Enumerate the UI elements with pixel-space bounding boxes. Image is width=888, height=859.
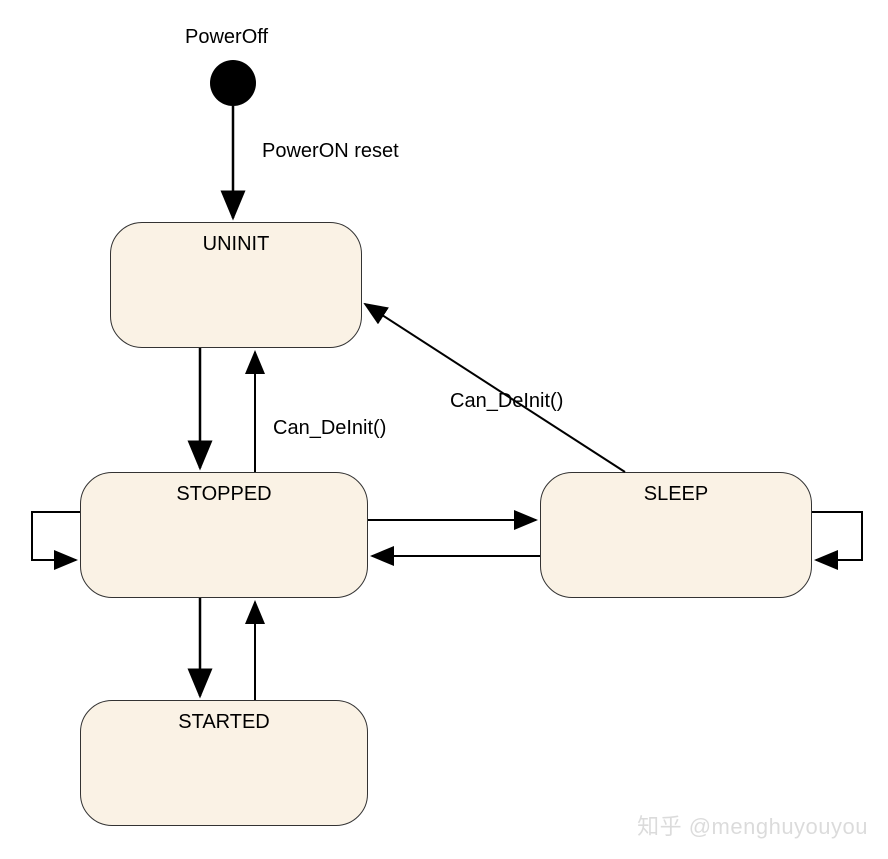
watermark: 知乎 @menghuyouyou <box>637 809 868 841</box>
initial-state-label: PowerOff <box>185 26 268 49</box>
state-started: STARTED <box>80 700 368 826</box>
transition-label-power-on: PowerON reset <box>262 140 399 163</box>
state-sleep: SLEEP <box>540 472 812 598</box>
state-uninit-label: UNINIT <box>203 233 270 255</box>
state-sleep-label: SLEEP <box>644 483 708 505</box>
state-stopped: STOPPED <box>80 472 368 598</box>
state-started-label: STARTED <box>178 711 270 733</box>
state-uninit: UNINIT <box>110 222 362 348</box>
transition-label-deinit-stopped: Can_DeInit() <box>273 417 386 440</box>
state-stopped-label: STOPPED <box>176 483 271 505</box>
initial-state-dot <box>210 60 256 106</box>
transition-label-deinit-sleep: Can_DeInit() <box>450 390 563 413</box>
state-diagram: PowerOff UNINIT STOPPED SLEEP STARTED Po… <box>0 0 888 859</box>
